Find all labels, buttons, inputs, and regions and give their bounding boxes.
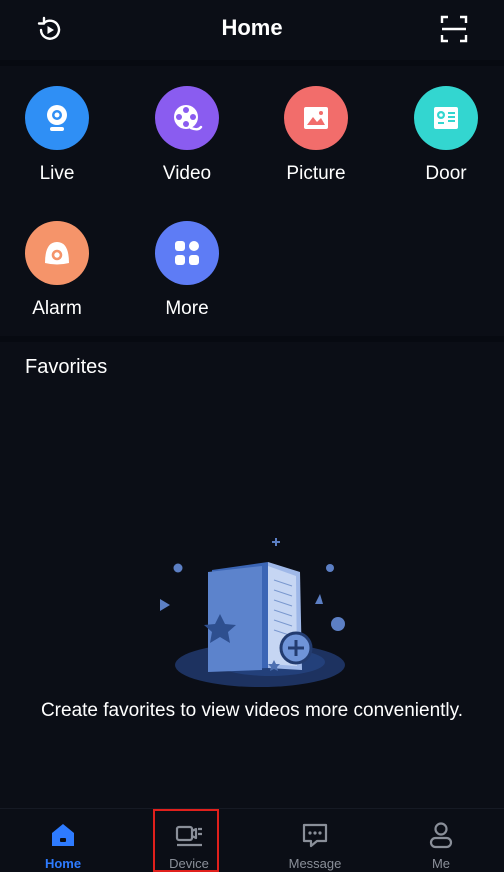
grid-label-more: More (165, 298, 209, 319)
empty-favorites-message: Create favorites to view videos more con… (40, 700, 464, 721)
favorites-title: Favorites (25, 356, 108, 378)
grid-label-picture: Picture (286, 163, 346, 184)
scan-icon[interactable] (439, 14, 469, 44)
user-icon (429, 822, 453, 849)
bottom-navigation: Home Device Message Me (0, 808, 504, 872)
grid-item-more[interactable]: More (130, 201, 244, 321)
alarm-icon (25, 221, 89, 285)
empty-favorites-illustration (160, 538, 345, 687)
nav-item-home[interactable]: Home (0, 809, 126, 872)
grid-label-video: Video (162, 163, 212, 184)
top-bar: Home (0, 0, 504, 60)
nav-label-home: Home (44, 856, 82, 871)
nav-item-me[interactable]: Me (378, 809, 504, 872)
grid-item-video[interactable]: Video (130, 66, 244, 186)
message-icon (302, 823, 328, 848)
grid-label-alarm: Alarm (32, 298, 82, 319)
image-icon (284, 86, 348, 150)
feature-grid: Live Video Picture Door Alarm More (0, 66, 504, 336)
device-highlight-box (153, 809, 219, 872)
grid-apps-icon (155, 221, 219, 285)
grid-label-door: Door (425, 163, 467, 184)
grid-item-picture[interactable]: Picture (259, 66, 373, 186)
divider (0, 336, 504, 342)
page-title: Home (221, 15, 283, 40)
grid-item-alarm[interactable]: Alarm (0, 201, 114, 321)
camera-icon (25, 86, 89, 150)
nav-label-me: Me (431, 856, 451, 871)
home-icon (52, 824, 74, 846)
grid-label-live: Live (39, 163, 75, 184)
nav-label-message: Message (288, 856, 342, 871)
film-reel-icon (155, 86, 219, 150)
grid-item-door[interactable]: Door (389, 66, 503, 186)
door-intercom-icon (414, 86, 478, 150)
nav-item-message[interactable]: Message (252, 809, 378, 872)
grid-item-live[interactable]: Live (0, 66, 114, 186)
